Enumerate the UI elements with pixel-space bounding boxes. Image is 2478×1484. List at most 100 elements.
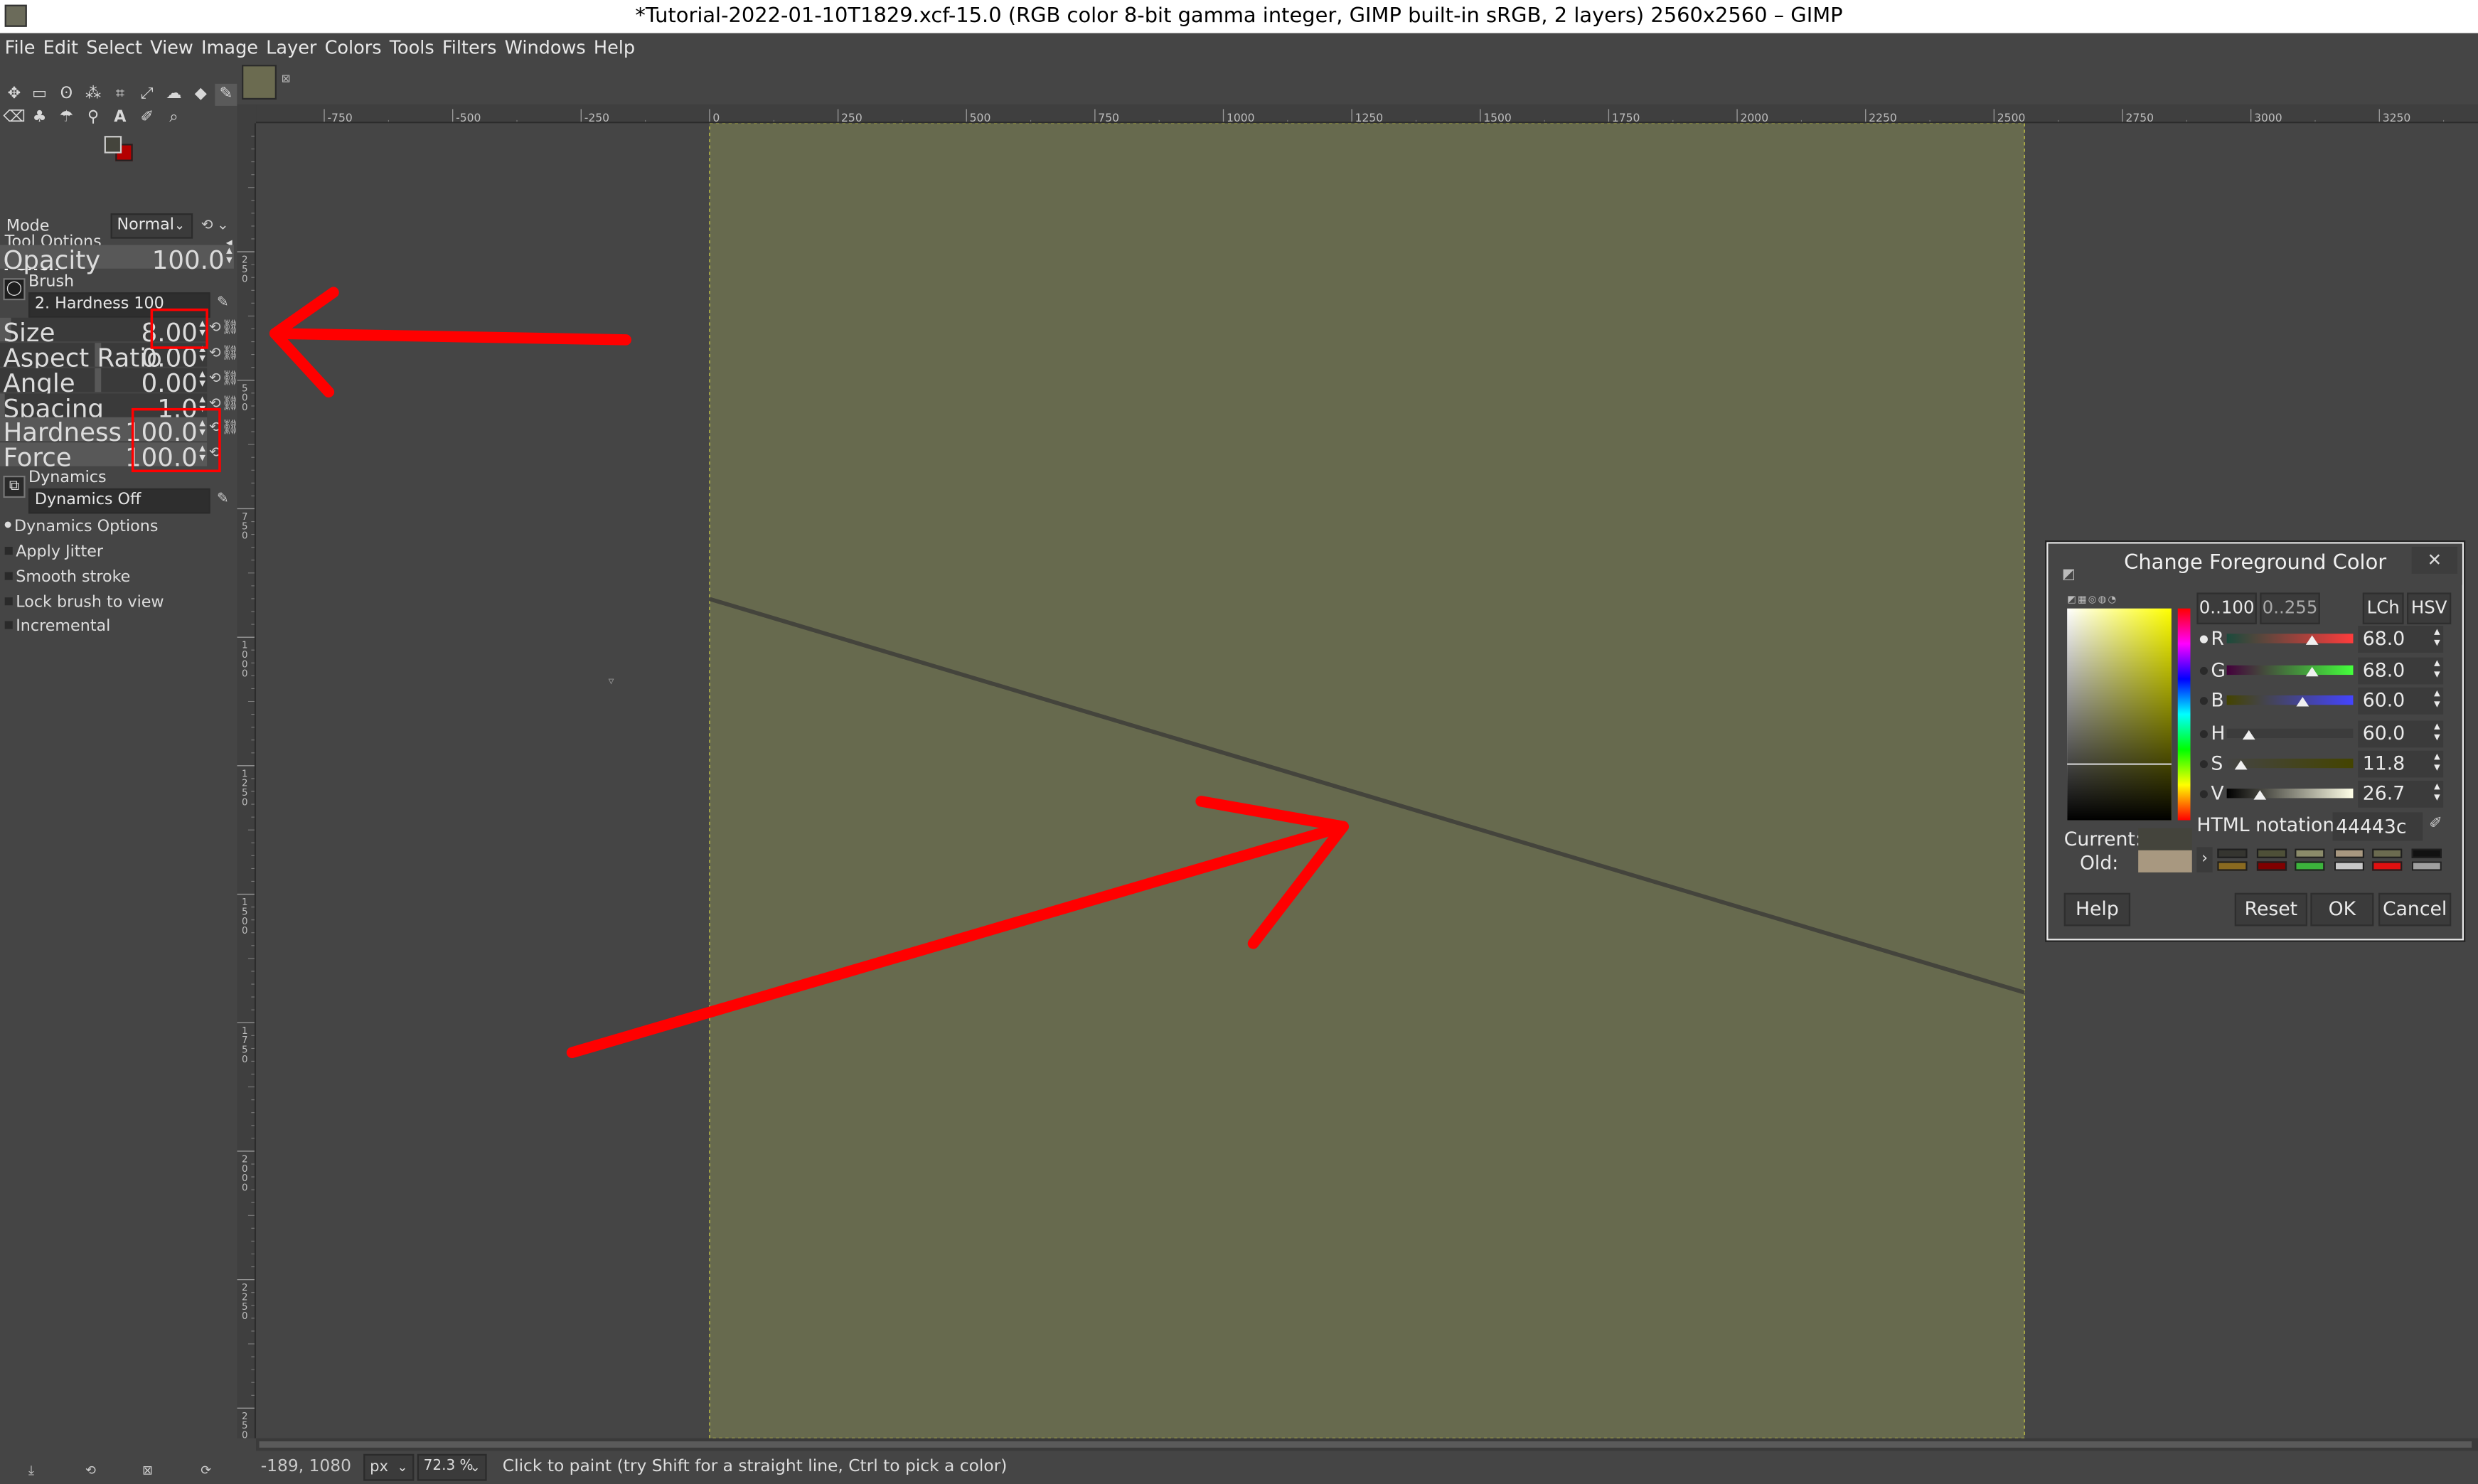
channel-value-input[interactable]: 26.7 ▲ ▼ [2358,780,2444,808]
history-color-swatch[interactable] [2333,861,2364,871]
history-color-swatch[interactable] [2410,861,2441,871]
menu-select[interactable]: Select [82,33,146,63]
channel-value-input[interactable]: 60.0 ▲ ▼ [2358,687,2444,715]
reset-button[interactable]: Reset [2234,892,2307,927]
history-color-swatch[interactable] [2410,848,2441,858]
channel-slider[interactable] [2226,665,2354,676]
zoom-tool-icon[interactable]: ⌕ [163,107,185,129]
lch-button[interactable]: LCh [2362,592,2404,624]
horizontal-ruler[interactable]: -750 -500 -250 0 250 500 750 1000 1250 1500 1750 20… [256,104,2478,124]
zoom-select[interactable]: 72.3 % ⌄ [417,1453,487,1481]
slider-thumb-icon[interactable] [2296,697,2309,707]
eraser-tool-icon[interactable]: ⌫ [3,107,25,129]
cancel-button[interactable]: Cancel [2378,892,2452,927]
range-0-255-button[interactable]: 0..255 [2260,592,2320,624]
slider-thumb-icon[interactable] [2306,666,2319,677]
path-tool-icon[interactable]: ⚲ [82,107,105,129]
spin-arrows-icon[interactable]: ▲ ▼ [2434,689,2440,711]
foreground-color-swatch[interactable] [104,136,122,154]
clone-tool-icon[interactable]: ♣ [28,107,50,129]
reset-options-icon[interactable]: ⟳ [201,1463,211,1478]
crop-tool-icon[interactable]: ⌗ [109,84,131,106]
channel-slider[interactable] [2226,634,2354,644]
reset-mode-icon[interactable]: ⟲ [199,215,215,237]
fuzzy-select-tool-icon[interactable]: ⁂ [82,84,105,106]
channel-value-input[interactable]: 60.0 ▲ ▼ [2358,720,2444,748]
history-color-swatch[interactable] [2217,861,2248,871]
warp-tool-icon[interactable]: ☁ [163,84,185,106]
slider-thumb-icon[interactable] [2254,790,2268,800]
channel-radio[interactable] [2199,760,2208,769]
menu-layer[interactable]: Layer [261,33,319,63]
channel-slider[interactable] [2226,695,2354,705]
image-tab-thumbnail[interactable] [242,65,277,100]
smudge-tool-icon[interactable]: ☂ [55,107,78,129]
move-tool-icon[interactable]: ✥ [3,84,25,106]
slider-thumb-icon[interactable] [2241,730,2255,740]
history-color-swatch[interactable] [2372,861,2403,871]
bucket-fill-tool-icon[interactable]: ◆ [190,84,212,106]
history-color-swatch[interactable] [2295,848,2325,858]
menu-filters[interactable]: Filters [437,33,500,63]
color-selector-tabs[interactable]: ◩▦◎◍◔ [2067,594,2117,606]
mode-select[interactable]: Normal ⌄ [110,213,193,239]
ruler-corner[interactable] [237,104,257,124]
channel-slider[interactable] [2226,789,2354,799]
history-color-swatch[interactable] [2217,848,2248,858]
delete-options-icon[interactable]: ⊠ [142,1463,153,1478]
history-color-swatch[interactable] [2255,861,2286,871]
menu-colors[interactable]: Colors [320,33,385,63]
color-picker-tool-icon[interactable]: ✐ [136,107,158,129]
chevron-right-icon[interactable]: › [2196,847,2213,872]
transform-tool-icon[interactable]: ⤢ [136,84,158,106]
horizontal-scrollbar[interactable] [256,1438,2478,1451]
spin-arrows-icon[interactable]: ▲ ▼ [2434,752,2440,774]
help-button[interactable]: Help [2063,892,2131,927]
channel-value-input[interactable]: 68.0 ▲ ▼ [2358,657,2444,685]
history-color-swatch[interactable] [2255,848,2286,858]
range-0-100-button[interactable]: 0..100 [2196,592,2257,624]
close-icon[interactable]: ⊠ [282,73,291,85]
channel-radio[interactable] [2199,635,2208,644]
pencil-tool-icon[interactable]: ✎ [215,83,237,106]
rect-select-tool-icon[interactable]: ▭ [28,84,50,106]
slider-thumb-icon[interactable] [2306,635,2319,645]
spin-arrows-icon[interactable]: ▲ ▼ [226,247,233,266]
lasso-tool-icon[interactable]: ʘ [55,84,78,106]
menu-image[interactable]: Image [196,33,261,63]
scrollbar-thumb[interactable] [259,1441,2472,1448]
menu-windows[interactable]: Windows [500,33,589,63]
menu-view[interactable]: View [146,33,197,63]
opacity-slider[interactable]: Opacity 100.0 ▲ ▼ [0,245,234,275]
vertical-ruler[interactable]: 2505007501000125015001750200022502500 [237,123,257,1438]
spin-arrows-icon[interactable]: ▲ ▼ [2434,659,2440,681]
ok-button[interactable]: OK [2310,892,2374,927]
channel-value-input[interactable]: 68.0 ▲ ▼ [2358,626,2444,653]
html-notation-input[interactable]: 44443c [2332,812,2423,841]
brush-preview-icon[interactable]: ◯ [3,278,26,301]
menu-file[interactable]: File [0,33,38,63]
slider-thumb-icon[interactable] [2235,760,2248,770]
spin-arrows-icon[interactable]: ▲ ▼ [2434,627,2440,649]
text-tool-icon[interactable]: A [109,107,131,129]
menu-tools[interactable]: Tools [385,33,437,63]
channel-radio[interactable] [2199,666,2208,676]
color-picker-icon[interactable]: ✐ [2429,816,2442,833]
history-color-swatch[interactable] [2333,848,2364,858]
unit-select[interactable]: px ⌄ [363,1453,415,1481]
hsv-button[interactable]: HSV [2407,592,2452,624]
channel-value-input[interactable]: 11.8 ▲ ▼ [2358,750,2444,778]
history-color-swatch[interactable] [2295,861,2325,871]
menu-help[interactable]: Help [589,33,638,63]
hue-strip[interactable] [2177,608,2191,821]
history-color-swatch[interactable] [2372,848,2403,858]
spin-arrows-icon[interactable]: ▲ ▼ [2434,782,2440,804]
saturation-value-picker[interactable] [2067,608,2172,821]
spin-arrows-icon[interactable]: ▲ ▼ [2434,722,2440,744]
channel-radio[interactable] [2199,730,2208,738]
image-layer[interactable] [709,123,2025,1438]
chevron-down-icon[interactable]: ⌄ [215,215,230,237]
old-color-swatch[interactable] [2138,850,2192,872]
save-options-icon[interactable]: ⤓ [28,1463,34,1479]
channel-radio[interactable] [2199,697,2208,705]
